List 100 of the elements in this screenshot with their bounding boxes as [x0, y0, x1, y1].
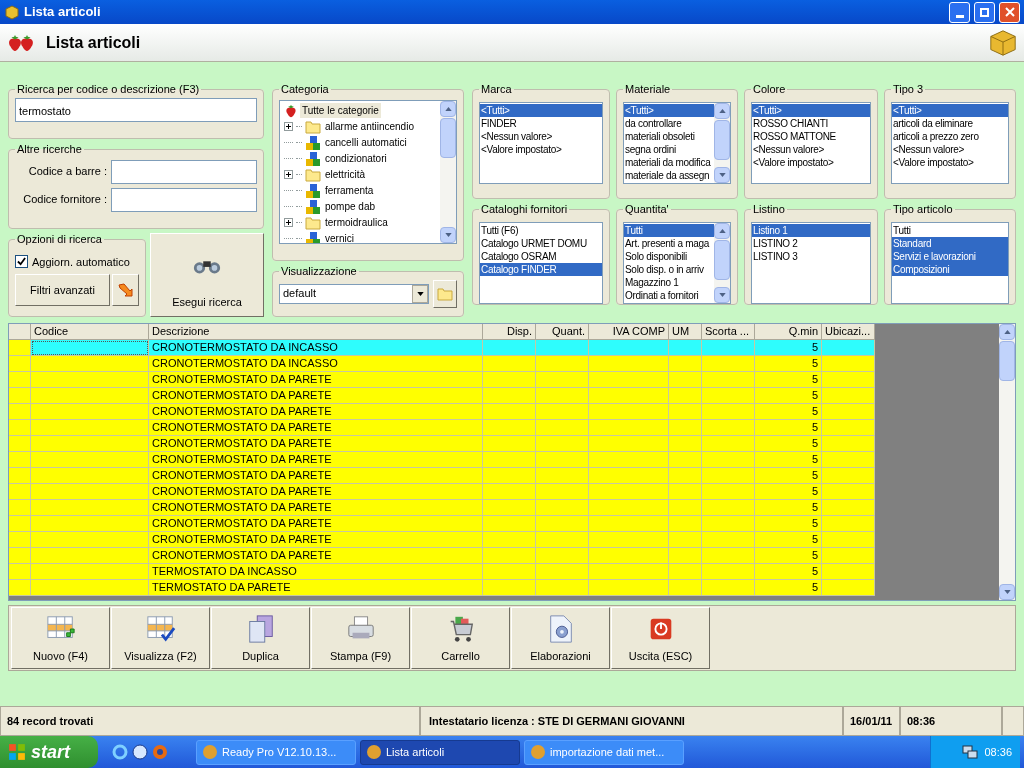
list-item[interactable]: <Nessun valore>	[752, 142, 870, 156]
input-field[interactable]	[111, 159, 257, 184]
list-item[interactable]: FINDER	[480, 116, 602, 130]
scrollbar[interactable]	[714, 222, 730, 303]
scroll-up-button[interactable]	[714, 102, 730, 119]
list-item[interactable]: Magazzino 1	[624, 275, 714, 289]
expand-icon[interactable]	[284, 122, 293, 131]
scrollbar[interactable]	[999, 324, 1015, 600]
list-item[interactable]: <Tutti>	[624, 103, 714, 117]
toolbar-button[interactable]: Stampa (F9)	[311, 607, 410, 669]
table-row[interactable]: CRONOTERMOSTATO DA INCASSO 5	[9, 356, 875, 372]
table-row[interactable]: CRONOTERMOSTATO DA PARETE 5	[9, 484, 875, 500]
globe-icon[interactable]	[132, 744, 148, 760]
tree-item[interactable]: pompe dab	[324, 199, 377, 214]
list-item[interactable]: LISTINO 3	[752, 249, 870, 263]
arrow-button[interactable]	[111, 274, 139, 306]
input-field[interactable]	[111, 187, 257, 212]
advanced-filters-button[interactable]: Filtri avanzati	[15, 274, 110, 306]
table-row[interactable]: TERMOSTATO DA PARETE 5	[9, 580, 875, 596]
view-dropdown[interactable]: default	[279, 283, 429, 304]
minimize-button[interactable]	[949, 1, 970, 23]
list-item[interactable]: Solo disponibili	[624, 249, 714, 263]
table-row[interactable]: CRONOTERMOSTATO DA PARETE 5	[9, 372, 875, 388]
expand-icon[interactable]	[284, 170, 293, 179]
list-item[interactable]: Catalogo OSRAM	[480, 249, 602, 263]
scroll-thumb[interactable]	[440, 117, 456, 158]
toolbar-button[interactable]: Nuovo (F4)	[11, 607, 110, 669]
list-item[interactable]: Catalogo URMET DOMU	[480, 236, 602, 250]
list-item[interactable]: <Tutti>	[892, 103, 1008, 117]
scroll-down-button[interactable]	[999, 584, 1015, 600]
table-row[interactable]: TERMOSTATO DA INCASSO 5	[9, 564, 875, 580]
tree-item[interactable]: elettricità	[324, 167, 366, 182]
tree-item[interactable]: vernici	[324, 231, 355, 243]
list-item[interactable]: <Valore impostato>	[752, 155, 870, 169]
list-item[interactable]: <Nessun valore>	[892, 142, 1008, 156]
list-item[interactable]: materiali obsoleti	[624, 129, 714, 143]
scrollbar[interactable]	[440, 100, 456, 243]
table-row[interactable]: CRONOTERMOSTATO DA PARETE 5	[9, 420, 875, 436]
scroll-down-button[interactable]	[714, 166, 730, 183]
list-item[interactable]: LISTINO 2	[752, 236, 870, 250]
expand-icon[interactable]	[284, 218, 293, 227]
toolbar-button[interactable]: Visualizza (F2)	[111, 607, 210, 669]
browser-icon[interactable]	[112, 744, 128, 760]
list-item[interactable]: Solo disp. o in arriv	[624, 262, 714, 276]
list-item[interactable]: segna ordini	[624, 142, 714, 156]
list-item[interactable]: Tutti	[624, 223, 714, 237]
toolbar-button[interactable]: Carrello	[411, 607, 510, 669]
list-item[interactable]: da controllare	[624, 116, 714, 130]
list-item[interactable]: ROSSO CHIANTI	[752, 116, 870, 130]
list-item[interactable]: Ordinati a fornitori	[624, 288, 714, 302]
toolbar-button[interactable]: Duplica	[211, 607, 310, 669]
list-item[interactable]: Tutti	[892, 223, 1008, 237]
list-item[interactable]: <Tutti>	[480, 103, 602, 117]
list-item[interactable]: articoli da eliminare	[892, 116, 1008, 130]
run-search-button[interactable]: Esegui ricerca	[150, 233, 264, 317]
list-item[interactable]: <Valore impostato>	[892, 155, 1008, 169]
list-item[interactable]: Art. presenti a maga	[624, 236, 714, 250]
scroll-down-button[interactable]	[714, 286, 730, 303]
checkbox[interactable]	[15, 255, 28, 269]
list-item[interactable]: materiali da modifica	[624, 155, 714, 169]
table-row[interactable]: CRONOTERMOSTATO DA PARETE 5	[9, 388, 875, 404]
list-item[interactable]: articoli a prezzo zero	[892, 129, 1008, 143]
tree-item[interactable]: condizionatori	[324, 151, 388, 166]
tree-item[interactable]: Tutte le categorie	[300, 103, 381, 118]
list-item[interactable]: materiale da assegn	[624, 168, 714, 182]
table-row[interactable]: CRONOTERMOSTATO DA PARETE 5	[9, 532, 875, 548]
list-item[interactable]: <Tutti>	[752, 103, 870, 117]
scroll-thumb[interactable]	[714, 119, 730, 160]
toolbar-button[interactable]: Uscita (ESC)	[611, 607, 710, 669]
restore-button[interactable]	[974, 1, 995, 23]
tree-item[interactable]: allarme antiincendio	[324, 119, 415, 134]
tree-item[interactable]: cancelli automatici	[324, 135, 408, 150]
table-row[interactable]: CRONOTERMOSTATO DA PARETE 5	[9, 436, 875, 452]
table-row[interactable]: CRONOTERMOSTATO DA INCASSO 5	[9, 340, 875, 356]
scroll-down-button[interactable]	[440, 226, 456, 243]
search-field[interactable]: termostato	[15, 97, 257, 122]
table-row[interactable]: CRONOTERMOSTATO DA PARETE 5	[9, 548, 875, 564]
list-item[interactable]: Standard	[892, 236, 1008, 250]
scroll-up-button[interactable]	[714, 222, 730, 239]
list-item[interactable]: Listino 1	[752, 223, 870, 237]
scrollbar[interactable]	[714, 102, 730, 183]
folder-button[interactable]	[433, 279, 457, 308]
toolbar-button[interactable]: Elaborazioni	[511, 607, 610, 669]
list-item[interactable]: Catalogo FINDER	[480, 262, 602, 276]
table-row[interactable]: CRONOTERMOSTATO DA PARETE 5	[9, 468, 875, 484]
close-button[interactable]	[999, 1, 1020, 23]
table-row[interactable]: CRONOTERMOSTATO DA PARETE 5	[9, 404, 875, 420]
table-row[interactable]: CRONOTERMOSTATO DA PARETE 5	[9, 452, 875, 468]
taskbar-button[interactable]: Lista articoli	[360, 739, 520, 765]
tree-item[interactable]: termoidraulica	[324, 215, 389, 230]
list-item[interactable]: <Nessun valore>	[480, 129, 602, 143]
scroll-thumb[interactable]	[714, 239, 730, 280]
scroll-up-button[interactable]	[999, 324, 1015, 340]
list-item[interactable]: <Valore impostato>	[480, 142, 602, 156]
list-item[interactable]: ROSSO MATTONE	[752, 129, 870, 143]
scroll-up-button[interactable]	[440, 100, 456, 117]
tree-item[interactable]: ferramenta	[324, 183, 375, 198]
list-item[interactable]: Tutti (F6)	[480, 223, 602, 237]
table-row[interactable]: CRONOTERMOSTATO DA PARETE 5	[9, 500, 875, 516]
table-row[interactable]: CRONOTERMOSTATO DA PARETE 5	[9, 516, 875, 532]
